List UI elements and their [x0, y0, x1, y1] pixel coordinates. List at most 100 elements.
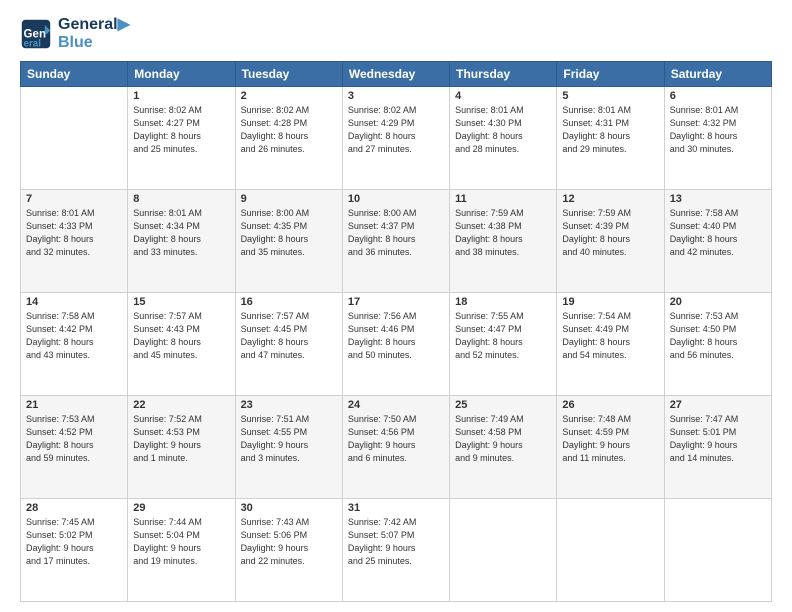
calendar-cell: 15 Sunrise: 7:57 AMSunset: 4:43 PMDayligh… [128, 293, 235, 396]
day-number: 22 [133, 399, 229, 411]
day-number: 21 [26, 399, 122, 411]
cell-content: Sunrise: 7:58 AMSunset: 4:40 PMDaylight:… [670, 207, 766, 259]
cell-content: Sunrise: 7:51 AMSunset: 4:55 PMDaylight:… [241, 413, 337, 465]
cell-content: Sunrise: 8:02 AMSunset: 4:27 PMDaylight:… [133, 104, 229, 156]
calendar-cell: 14Sunrise: 7:58 AMSunset: 4:42 PMDayligh… [21, 293, 128, 396]
logo-text: General▶ Blue [58, 16, 130, 51]
cell-content: Sunrise: 7:54 AMSunset: 4:49 PMDaylight:… [562, 310, 658, 362]
day-number: 3 [348, 90, 444, 102]
calendar-cell: 31 Sunrise: 7:42 AMSunset: 5:07 PMDayligh… [342, 499, 449, 602]
day-number: 13 [670, 193, 766, 205]
page: Gen eral General▶ Blue SundayMondayTuesd… [0, 0, 792, 612]
day-number: 5 [562, 90, 658, 102]
calendar-cell [664, 499, 771, 602]
header: Gen eral General▶ Blue [20, 16, 772, 51]
cell-content: Sunrise: 7:50 AMSunset: 4:56 PMDaylight:… [348, 413, 444, 465]
cell-content: Sunrise: 7:48 AMSunset: 4:59 PMDaylight:… [562, 413, 658, 465]
day-number: 25 [455, 399, 551, 411]
day-number: 29 [133, 502, 229, 514]
calendar-cell [557, 499, 664, 602]
day-number: 27 [670, 399, 766, 411]
calendar-cell: 17 Sunrise: 7:56 AMSunset: 4:46 PMDayligh… [342, 293, 449, 396]
calendar-cell: 23 Sunrise: 7:51 AMSunset: 4:55 PMDayligh… [235, 396, 342, 499]
day-number: 11 [455, 193, 551, 205]
calendar-cell: 26Sunrise: 7:48 AMSunset: 4:59 PMDayligh… [557, 396, 664, 499]
day-number: 10 [348, 193, 444, 205]
cell-content: Sunrise: 7:52 AMSunset: 4:53 PMDaylight:… [133, 413, 229, 465]
calendar-cell: 25Sunrise: 7:49 AMSunset: 4:58 PMDayligh… [450, 396, 557, 499]
calendar-cell: 3 Sunrise: 8:02 AMSunset: 4:29 PMDaylight… [342, 87, 449, 190]
cell-content: Sunrise: 8:01 AMSunset: 4:34 PMDaylight:… [133, 207, 229, 259]
calendar-cell: 12 Sunrise: 7:59 AMSunset: 4:39 PMDayligh… [557, 190, 664, 293]
day-number: 18 [455, 296, 551, 308]
day-number: 16 [241, 296, 337, 308]
cell-content: Sunrise: 8:01 AMSunset: 4:32 PMDaylight:… [670, 104, 766, 156]
day-number: 14 [26, 296, 122, 308]
week-row-3: 21 Sunrise: 7:53 AMSunset: 4:52 PMDayligh… [21, 396, 772, 499]
calendar-cell [450, 499, 557, 602]
cell-content: Sunrise: 7:53 AMSunset: 4:52 PMDaylight:… [26, 413, 122, 465]
calendar-cell: 28 Sunrise: 7:45 AMSunset: 5:02 PMDayligh… [21, 499, 128, 602]
logo-icon: Gen eral [20, 18, 52, 50]
week-row-0: 1 Sunrise: 8:02 AMSunset: 4:27 PMDaylight… [21, 87, 772, 190]
day-number: 19 [562, 296, 658, 308]
calendar-cell: 24 Sunrise: 7:50 AMSunset: 4:56 PMDayligh… [342, 396, 449, 499]
weekday-header-row: SundayMondayTuesdayWednesdayThursdayFrid… [21, 62, 772, 87]
day-number: 28 [26, 502, 122, 514]
day-number: 6 [670, 90, 766, 102]
calendar-cell: 5Sunrise: 8:01 AMSunset: 4:31 PMDaylight… [557, 87, 664, 190]
calendar-cell: 19 Sunrise: 7:54 AMSunset: 4:49 PMDayligh… [557, 293, 664, 396]
calendar-cell: 27 Sunrise: 7:47 AMSunset: 5:01 PMDayligh… [664, 396, 771, 499]
calendar-cell: 4Sunrise: 8:01 AMSunset: 4:30 PMDaylight… [450, 87, 557, 190]
cell-content: Sunrise: 7:42 AMSunset: 5:07 PMDaylight:… [348, 516, 444, 568]
calendar-cell: 8 Sunrise: 8:01 AMSunset: 4:34 PMDaylight… [128, 190, 235, 293]
cell-content: Sunrise: 8:00 AMSunset: 4:37 PMDaylight:… [348, 207, 444, 259]
calendar-cell: 29 Sunrise: 7:44 AMSunset: 5:04 PMDayligh… [128, 499, 235, 602]
day-number: 20 [670, 296, 766, 308]
calendar-cell: 7 Sunrise: 8:01 AMSunset: 4:33 PMDaylight… [21, 190, 128, 293]
day-number: 7 [26, 193, 122, 205]
calendar-cell: 20Sunrise: 7:53 AMSunset: 4:50 PMDayligh… [664, 293, 771, 396]
cell-content: Sunrise: 7:44 AMSunset: 5:04 PMDaylight:… [133, 516, 229, 568]
calendar-cell [21, 87, 128, 190]
day-number: 17 [348, 296, 444, 308]
cell-content: Sunrise: 7:45 AMSunset: 5:02 PMDaylight:… [26, 516, 122, 568]
week-row-2: 14Sunrise: 7:58 AMSunset: 4:42 PMDayligh… [21, 293, 772, 396]
weekday-tuesday: Tuesday [235, 62, 342, 87]
weekday-monday: Monday [128, 62, 235, 87]
week-row-4: 28 Sunrise: 7:45 AMSunset: 5:02 PMDayligh… [21, 499, 772, 602]
calendar-cell: 30 Sunrise: 7:43 AMSunset: 5:06 PMDayligh… [235, 499, 342, 602]
cell-content: Sunrise: 7:55 AMSunset: 4:47 PMDaylight:… [455, 310, 551, 362]
day-number: 30 [241, 502, 337, 514]
calendar-cell: 1 Sunrise: 8:02 AMSunset: 4:27 PMDaylight… [128, 87, 235, 190]
cell-content: Sunrise: 7:57 AMSunset: 4:45 PMDaylight:… [241, 310, 337, 362]
calendar-cell: 13 Sunrise: 7:58 AMSunset: 4:40 PMDayligh… [664, 190, 771, 293]
day-number: 23 [241, 399, 337, 411]
calendar-cell: 11 Sunrise: 7:59 AMSunset: 4:38 PMDayligh… [450, 190, 557, 293]
calendar-table: SundayMondayTuesdayWednesdayThursdayFrid… [20, 61, 772, 602]
day-number: 8 [133, 193, 229, 205]
day-number: 4 [455, 90, 551, 102]
weekday-saturday: Saturday [664, 62, 771, 87]
cell-content: Sunrise: 7:43 AMSunset: 5:06 PMDaylight:… [241, 516, 337, 568]
cell-content: Sunrise: 7:59 AMSunset: 4:38 PMDaylight:… [455, 207, 551, 259]
day-number: 24 [348, 399, 444, 411]
day-number: 31 [348, 502, 444, 514]
day-number: 15 [133, 296, 229, 308]
cell-content: Sunrise: 7:57 AMSunset: 4:43 PMDaylight:… [133, 310, 229, 362]
week-row-1: 7 Sunrise: 8:01 AMSunset: 4:33 PMDaylight… [21, 190, 772, 293]
svg-text:eral: eral [24, 38, 42, 49]
cell-content: Sunrise: 8:01 AMSunset: 4:33 PMDaylight:… [26, 207, 122, 259]
cell-content: Sunrise: 8:02 AMSunset: 4:29 PMDaylight:… [348, 104, 444, 156]
cell-content: Sunrise: 7:59 AMSunset: 4:39 PMDaylight:… [562, 207, 658, 259]
cell-content: Sunrise: 7:56 AMSunset: 4:46 PMDaylight:… [348, 310, 444, 362]
logo: Gen eral General▶ Blue [20, 16, 130, 51]
calendar-cell: 18 Sunrise: 7:55 AMSunset: 4:47 PMDayligh… [450, 293, 557, 396]
weekday-sunday: Sunday [21, 62, 128, 87]
calendar-cell: 2Sunrise: 8:02 AMSunset: 4:28 PMDaylight… [235, 87, 342, 190]
day-number: 1 [133, 90, 229, 102]
cell-content: Sunrise: 7:47 AMSunset: 5:01 PMDaylight:… [670, 413, 766, 465]
day-number: 12 [562, 193, 658, 205]
calendar-cell: 10 Sunrise: 8:00 AMSunset: 4:37 PMDayligh… [342, 190, 449, 293]
cell-content: Sunrise: 8:02 AMSunset: 4:28 PMDaylight:… [241, 104, 337, 156]
